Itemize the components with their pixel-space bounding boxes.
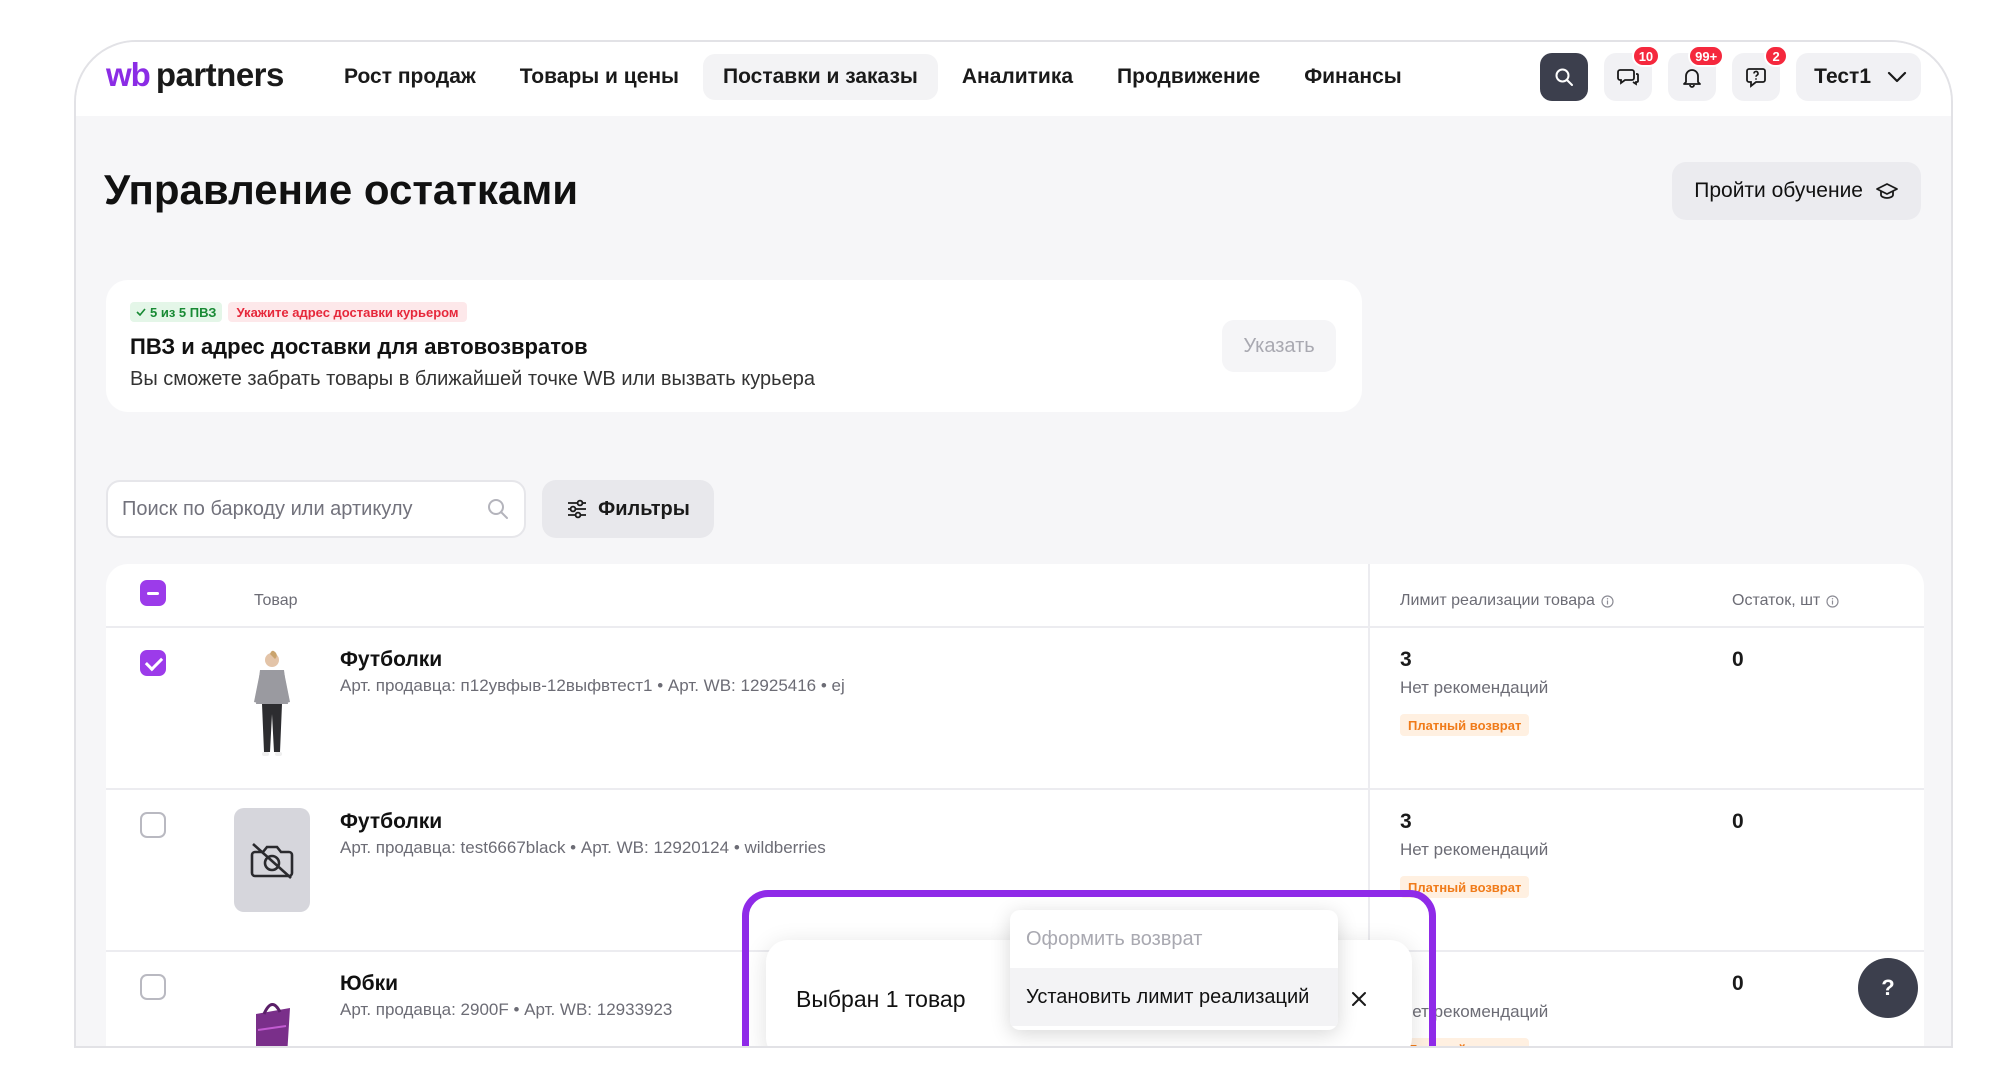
limit-recommendation: Нет рекомендаций <box>1400 1002 1549 1021</box>
chat-badge: 10 <box>1631 45 1661 67</box>
menu-item-set-sales-limit[interactable]: Установить лимит реализаций <box>1010 968 1338 1026</box>
notifications-button[interactable]: 99+ <box>1668 45 1725 101</box>
wb-partners-logo[interactable]: wb partners <box>106 56 284 96</box>
take-training-button[interactable]: Пройти обучение <box>1672 162 1921 220</box>
support-badge: 2 <box>1764 45 1789 67</box>
pickup-points-tag-label: 5 из 5 ПВЗ <box>150 304 217 320</box>
nav-item-products-prices[interactable]: Товары и цены <box>500 54 699 100</box>
card-subtitle: Вы сможете забрать товары в ближайшей то… <box>130 368 815 390</box>
search-icon <box>488 499 508 519</box>
row-checkbox[interactable] <box>140 974 166 1000</box>
row-checkbox[interactable] <box>140 650 166 676</box>
card-title: ПВЗ и адрес доставки для автовозвратов <box>130 334 588 359</box>
chat-button[interactable]: 10 <box>1604 45 1661 101</box>
row-checkbox[interactable] <box>140 812 166 838</box>
filters-icon <box>568 499 587 519</box>
search-icon <box>1555 68 1574 86</box>
auto-return-card: 5 из 5 ПВЗ Укажите адрес доставки курьер… <box>106 280 1362 412</box>
stock-value: 0 <box>1732 810 1744 833</box>
page-title: Управление остатками <box>104 166 579 213</box>
info-icon[interactable] <box>1601 594 1614 608</box>
product-name[interactable]: Футболки <box>340 810 442 834</box>
user-name: Тест1 <box>1814 65 1871 88</box>
bulk-action-menu: Оформить возврат Установить лимит реализ… <box>1010 910 1338 1030</box>
search-box <box>106 480 526 538</box>
paid-return-tag: Платный возврат <box>1400 1038 1530 1046</box>
select-all-checkbox[interactable] <box>140 580 166 606</box>
product-image-placeholder <box>234 808 310 912</box>
product-name[interactable]: Футболки <box>340 648 442 672</box>
search-button[interactable] <box>1540 53 1589 101</box>
column-header-product: Товар <box>254 592 298 610</box>
column-header-stock-label: Остаток, шт <box>1732 592 1821 609</box>
logo-partners: partners <box>155 56 285 93</box>
product-photo-skirt-icon <box>256 1003 290 1046</box>
limit-recommendation: Нет рекомендаций <box>1400 840 1549 859</box>
filters-label: Фильтры <box>598 497 690 520</box>
product-image <box>234 970 310 1046</box>
column-header-limit: Лимит реализации товара <box>1400 592 1614 610</box>
check-icon <box>136 308 146 316</box>
nav-item-promotion[interactable]: Продвижение <box>1097 54 1280 100</box>
main-nav: Рост продаж Товары и цены Поставки и зак… <box>324 54 1422 100</box>
take-training-label: Пройти обучение <box>1694 179 1863 202</box>
limit-recommendation: Нет рекомендаций <box>1400 678 1549 697</box>
menu-item-create-return[interactable]: Оформить возврат <box>1010 910 1338 968</box>
close-icon[interactable] <box>1346 986 1372 1012</box>
search-input[interactable] <box>122 497 486 521</box>
graduation-cap-icon <box>1876 183 1898 199</box>
specify-button[interactable]: Указать <box>1222 320 1336 372</box>
app-window: wb partners Рост продаж Товары и цены По… <box>74 40 1953 1048</box>
user-menu-button[interactable]: Тест1 <box>1796 53 1921 101</box>
nav-item-finance[interactable]: Финансы <box>1284 54 1422 100</box>
stock-value: 0 <box>1732 648 1744 671</box>
product-name[interactable]: Юбки <box>340 972 398 996</box>
paid-return-tag: Платный возврат <box>1400 714 1530 736</box>
info-icon[interactable] <box>1826 594 1839 608</box>
column-header-limit-label: Лимит реализации товара <box>1400 592 1595 609</box>
card-tags: 5 из 5 ПВЗ Укажите адрес доставки курьер… <box>130 302 467 322</box>
chat-icon <box>1617 69 1640 86</box>
support-button[interactable]: 2 <box>1732 45 1789 101</box>
column-header-product-label: Товар <box>254 592 298 609</box>
support-chat-icon <box>1746 68 1767 88</box>
pickup-points-tag: 5 из 5 ПВЗ <box>130 302 223 322</box>
header-actions: 10 99+ 2 Тест1 <box>1540 45 1921 101</box>
limit-value: 3 <box>1400 648 1412 671</box>
stock-value: 0 <box>1732 972 1744 995</box>
product-meta: Арт. продавца: test6667black • Арт. WB: … <box>340 838 826 857</box>
nav-item-supplies-orders[interactable]: Поставки и заказы <box>703 54 938 100</box>
column-header-stock: Остаток, шт <box>1732 592 1839 610</box>
no-photo-icon <box>250 843 294 879</box>
table-header: Товар Лимит реализации товара Остаток, ш… <box>106 564 1924 628</box>
top-header: wb partners Рост продаж Товары и цены По… <box>76 42 1951 116</box>
product-meta: Арт. продавца: п12увфыв-12выфвтест1 • Ар… <box>340 676 845 695</box>
logo-wb: wb <box>106 56 151 93</box>
filters-button[interactable]: Фильтры <box>542 480 714 538</box>
notifications-badge: 99+ <box>1688 45 1725 67</box>
limit-value: 3 <box>1400 810 1412 833</box>
table-row[interactable]: Футболки Арт. продавца: п12увфыв-12выфвт… <box>106 628 1924 790</box>
help-button[interactable]: ? <box>1858 958 1918 1018</box>
courier-warning-tag: Укажите адрес доставки курьером <box>228 302 467 322</box>
bell-icon <box>1683 69 1702 88</box>
nav-item-sales-growth[interactable]: Рост продаж <box>324 54 496 100</box>
paid-return-tag: Платный возврат <box>1400 876 1530 898</box>
frame-bottom-edge <box>0 1048 2016 1080</box>
selected-count: Выбран 1 товар <box>796 986 966 1012</box>
product-image <box>234 646 310 756</box>
chevron-down-icon <box>1887 71 1907 83</box>
product-photo-tshirt-icon <box>254 650 290 756</box>
product-meta: Арт. продавца: 2900F • Арт. WB: 12933923 <box>340 1000 673 1019</box>
nav-item-analytics[interactable]: Аналитика <box>942 54 1093 100</box>
